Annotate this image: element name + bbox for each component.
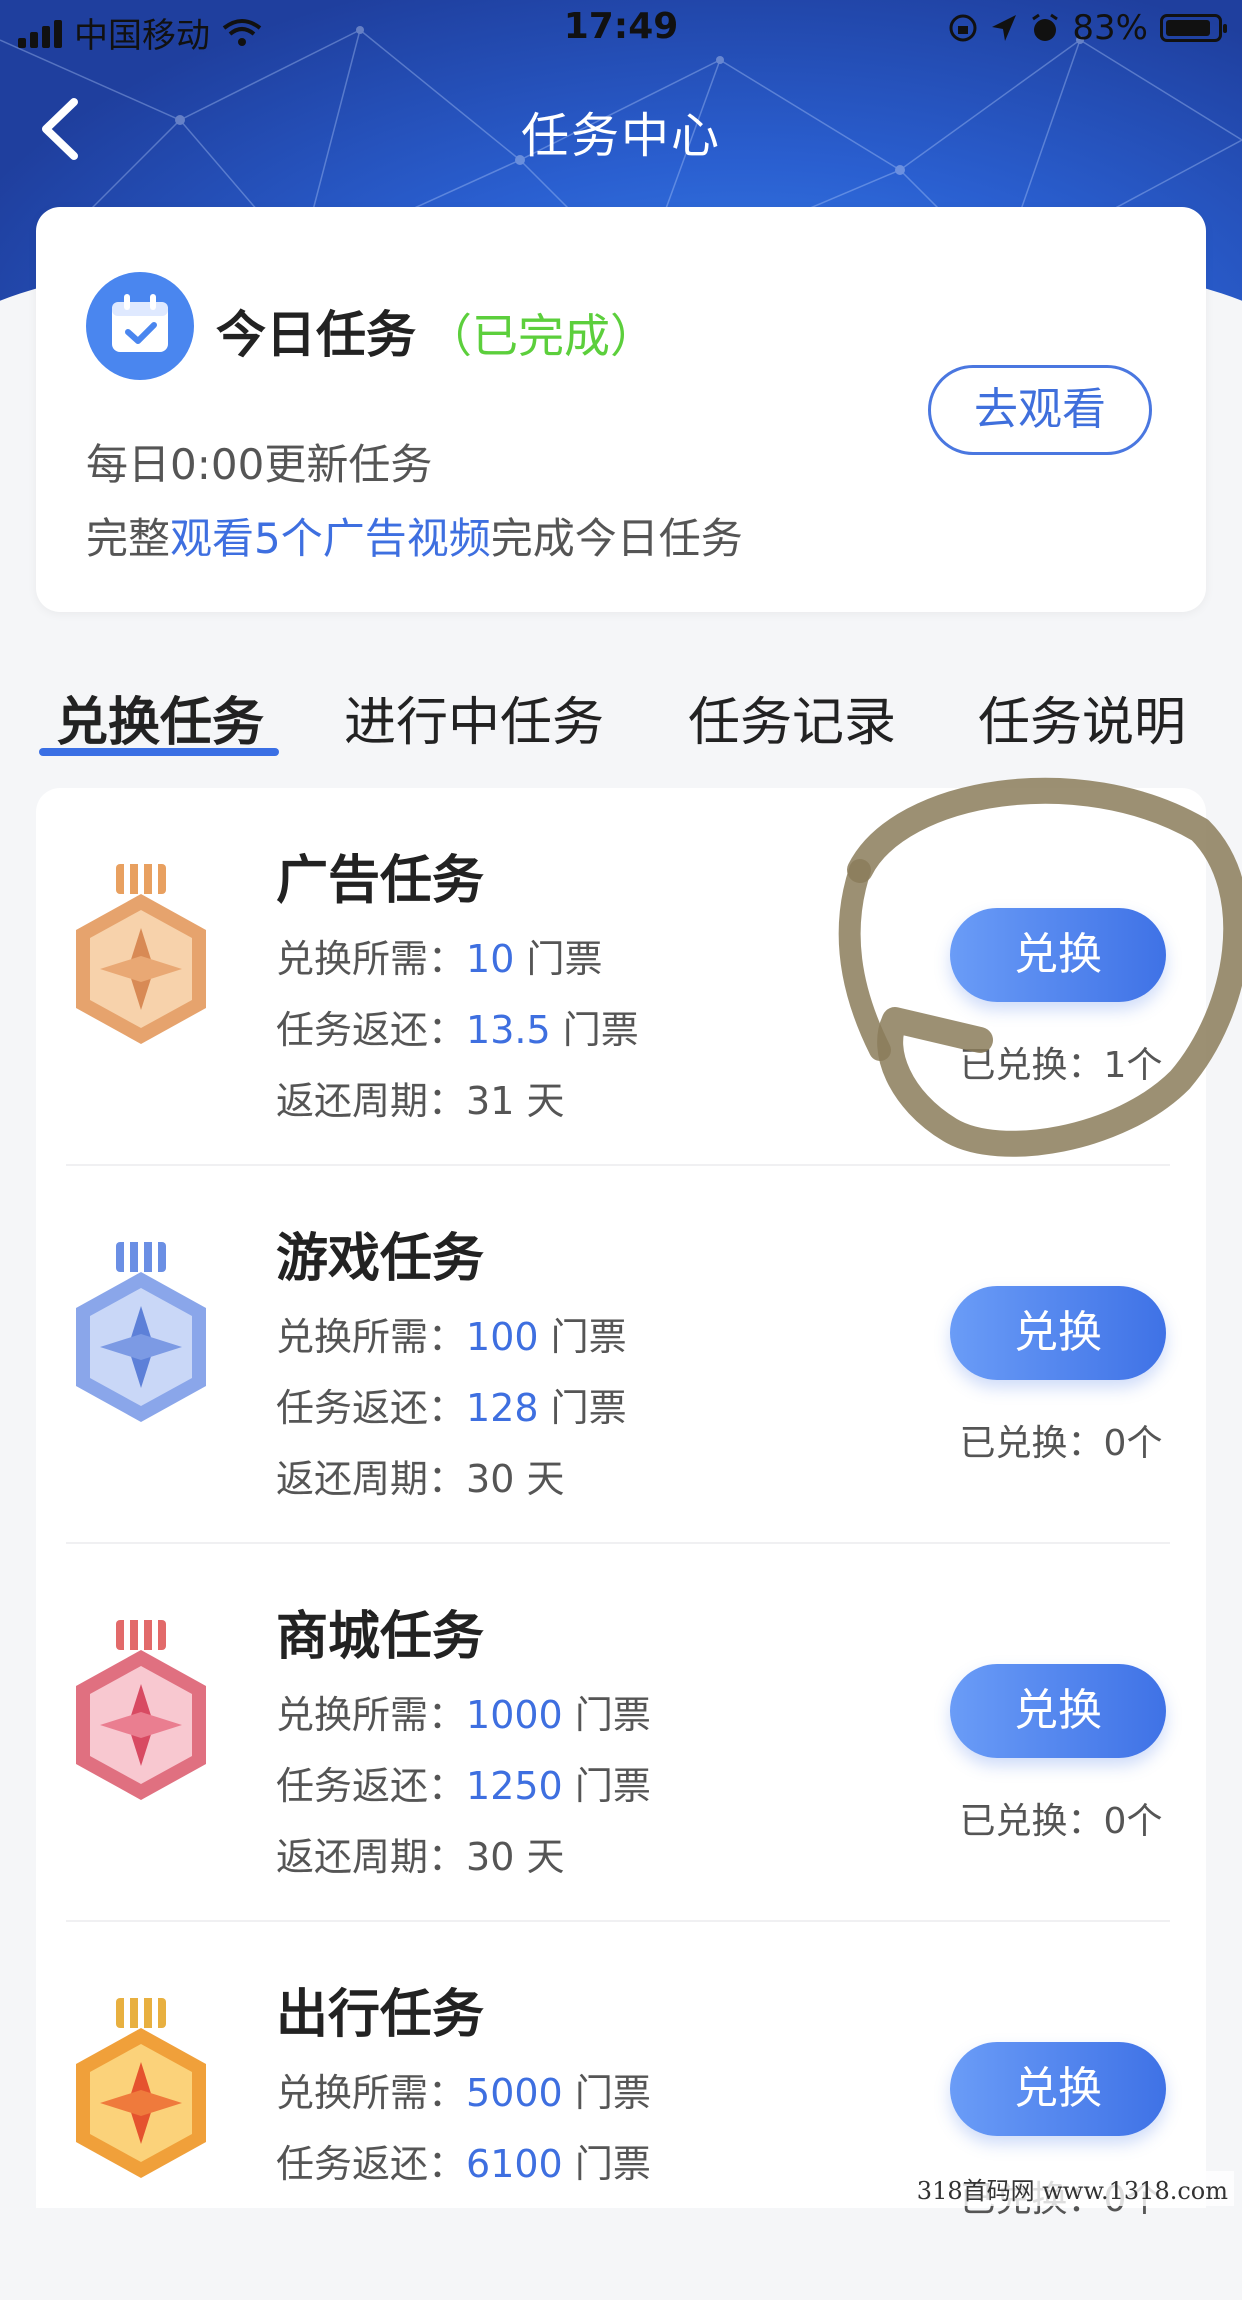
instruction-suffix: 完成今日任务 [490,514,743,563]
today-task-label: 今日任务 [216,306,416,364]
instruction-prefix: 完整 [86,514,171,563]
watch-button[interactable]: 去观看 [928,365,1152,455]
list-item: 出行任务 兑换所需：5000 门票 任务返还：6100 门票 兑换 已兑换：0个 [36,1922,1206,2300]
task-cost: 兑换所需：5000 门票 [276,2071,651,2115]
task-name: 商城任务 [276,1607,485,1667]
bronze-medal-icon [76,864,206,1044]
battery-percent: 83% [1072,8,1148,48]
location-icon [992,15,1017,41]
gold-medal-icon [76,1998,206,2178]
task-return: 任务返还：6100 门票 [276,2142,651,2186]
tab-records[interactable]: 任务记录 [688,680,896,755]
exchanged-count: 已兑换：1个 [959,1045,1163,1086]
task-return: 任务返还：13.5 门票 [276,1008,639,1052]
today-task-title: 今日任务 （已完成） [216,295,656,367]
active-tab-indicator [39,748,279,756]
status-bar: 中国移动 17:49 83% [0,0,1242,62]
task-name: 游戏任务 [276,1229,485,1289]
task-cost: 兑换所需：100 门票 [276,1315,627,1359]
task-cost: 兑换所需：1000 门票 [276,1693,651,1737]
task-cycle: 返还周期：30 天 [276,1835,565,1879]
task-instruction: 完整观看5个广告视频完成今日任务 [86,505,743,566]
ruby-medal-icon [76,1620,206,1800]
task-name: 广告任务 [276,851,485,911]
exchange-button[interactable]: 兑换 [950,1286,1166,1380]
status-right: 83% [948,8,1227,48]
task-cost: 兑换所需：10 门票 [276,937,603,981]
calendar-check-icon [86,272,194,380]
list-item: 商城任务 兑换所需：1000 门票 任务返还：1250 门票 返还周期：30 天… [36,1544,1206,1922]
exchange-button[interactable]: 兑换 [950,1664,1166,1758]
exchange-button[interactable]: 兑换 [950,908,1166,1002]
task-name: 出行任务 [276,1985,485,2045]
alarm-icon [1032,13,1059,41]
list-item: 广告任务 兑换所需：10 门票 任务返还：13.5 门票 返还周期：31 天 兑… [36,788,1206,1166]
watermark: 318首码网 www.1318.com [910,2171,1234,2206]
task-return: 任务返还：1250 门票 [276,1764,651,1808]
nav-bar: 任务中心 [0,80,1242,180]
tab-exchange[interactable]: 兑换任务 [56,680,264,755]
silver-medal-icon [76,1242,206,1422]
tab-instructions[interactable]: 任务说明 [978,680,1186,755]
task-list: 广告任务 兑换所需：10 门票 任务返还：13.5 门票 返还周期：31 天 兑… [36,788,1206,2220]
exchanged-count: 已兑换：0个 [959,1423,1163,1464]
task-return: 任务返还：128 门票 [276,1386,627,1430]
exchanged-count: 已兑换：0个 [959,1801,1163,1842]
instruction-highlight: 观看5个广告视频 [170,514,491,563]
list-item: 游戏任务 兑换所需：100 门票 任务返还：128 门票 返还周期：30 天 兑… [36,1166,1206,1544]
tab-in-progress[interactable]: 进行中任务 [344,680,604,755]
task-cycle: 返还周期：30 天 [276,1457,565,1501]
task-cycle: 返还周期：31 天 [276,1079,565,1123]
page-title: 任务中心 [520,108,721,164]
today-task-status: （已完成） [426,309,656,363]
refresh-info: 每日0:00更新任务 [86,440,433,489]
exchange-button[interactable]: 兑换 [950,2042,1166,2136]
today-task-card: 今日任务 （已完成） 去观看 每日0:00更新任务 完整观看5个广告视频完成今日任… [36,207,1206,612]
rotation-lock-icon [949,14,977,42]
battery-icon [1160,14,1227,42]
